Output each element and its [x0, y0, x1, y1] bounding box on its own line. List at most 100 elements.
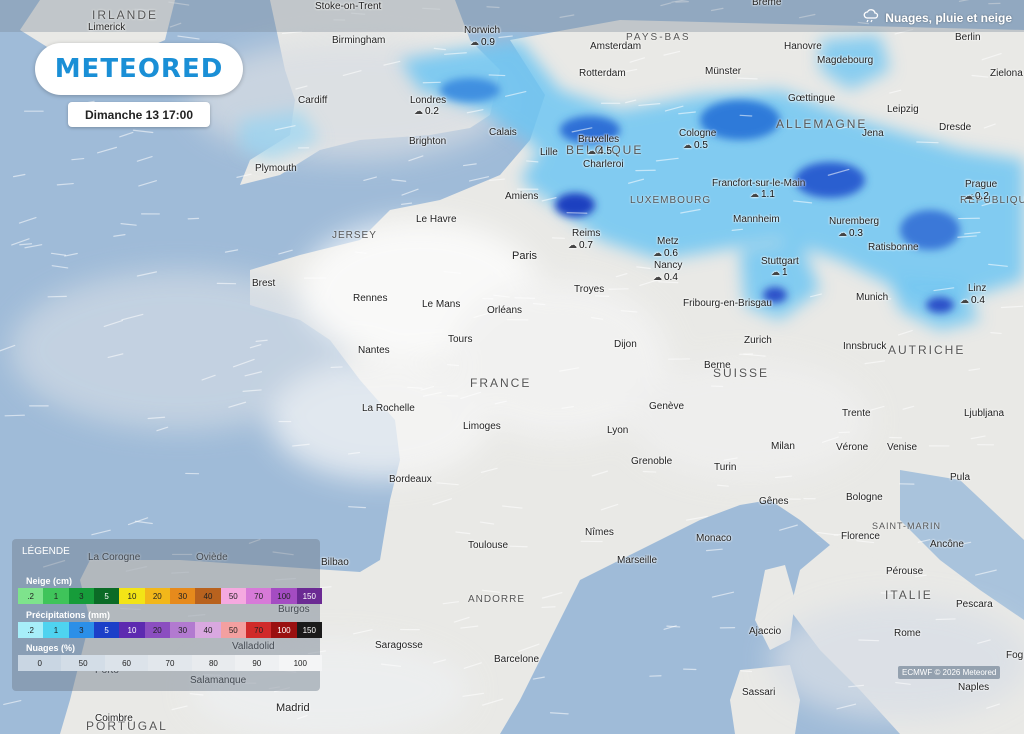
snow-scale-stop: 40 [195, 588, 221, 604]
cloud-scale-stop: 80 [191, 655, 236, 671]
rain-scale-stop: 70 [245, 622, 272, 638]
city-label: Venise [887, 442, 918, 453]
precip-value: 4.5 [587, 146, 612, 157]
rain-scale-stop: 30 [169, 622, 196, 638]
brand-name: METEORED [54, 54, 224, 84]
city-label: Cardiff [298, 95, 328, 106]
city-label: Metz [657, 236, 679, 247]
rain-scale-stop: .2 [18, 622, 44, 638]
precip-value: 1.1 [750, 189, 775, 200]
precip-value: 0.5 [683, 140, 708, 151]
rain-scale-stop: 3 [68, 622, 94, 638]
city-label: Bilbao [321, 557, 349, 568]
city-label: Pescara [956, 599, 993, 610]
rain-scale-stop: 20 [144, 622, 170, 638]
wind-streak [4, 414, 25, 417]
forecast-datetime[interactable]: Dimanche 13 17:00 [68, 102, 210, 127]
city-label: Nancy [654, 260, 683, 271]
snow-scale-stop: 5 [93, 588, 120, 604]
wind-streak [858, 639, 880, 642]
wind-streak [737, 77, 758, 80]
city-label: Orléans [487, 305, 523, 316]
city-label: Barcelone [494, 654, 540, 665]
city-label: Genève [649, 401, 685, 412]
wind-streak [916, 141, 939, 144]
city-label: Dresde [939, 122, 972, 133]
country-label: ANDORRE [468, 594, 526, 605]
snow-scale-stop: .2 [18, 588, 44, 604]
city-label: Leipzig [887, 104, 919, 115]
cloud-scale-stop: 60 [104, 655, 149, 671]
city-label: Paris [512, 250, 538, 262]
city-label: Amiens [505, 191, 539, 202]
precip-value: 1 [771, 267, 788, 278]
city-label: Bruxelles [578, 134, 620, 145]
city-label: Lyon [607, 425, 629, 436]
snow-scale: .2 1 3 5 10 20 30 40 50 70 100 150 [18, 588, 322, 604]
legend-title: LÉGENDE [22, 546, 70, 557]
city-label: Birmingham [332, 35, 386, 46]
city-label: Prague [965, 179, 998, 190]
city-label: Pula [950, 472, 971, 483]
city-label: Norwich [464, 25, 501, 36]
city-label: Nantes [358, 345, 390, 356]
precip-value: 0.4 [960, 295, 985, 306]
city-label: Gênes [759, 496, 789, 507]
wind-streak [739, 114, 753, 117]
city-label: Ljubljana [964, 408, 1005, 419]
city-label: Pérouse [886, 566, 924, 577]
city-label: Charleroi [583, 159, 624, 170]
city-label: Naples [958, 682, 990, 693]
wind-streak [541, 606, 556, 609]
city-label: Sassari [742, 687, 776, 698]
city-label: Magdebourg [817, 55, 874, 66]
wind-streak [509, 545, 528, 548]
city-label: Limerick [88, 22, 126, 33]
layer-selector[interactable]: Nuages, pluie et neige [863, 9, 1012, 26]
cloud-scale-stop: 90 [235, 655, 279, 671]
country-label: ITALIE [885, 588, 933, 602]
rain-scale-title: Précipitations (mm) [26, 610, 111, 620]
city-label: Limoges [463, 421, 501, 432]
country-label: SAINT-MARIN [872, 521, 942, 531]
snow-scale-stop: 1 [43, 588, 69, 604]
country-label: AUTRICHE [888, 343, 966, 357]
cloud-scale-stop: 50 [61, 655, 105, 671]
city-label: Nîmes [585, 527, 614, 538]
snow-scale-stop: 150 [296, 588, 322, 604]
rain-scale-stop: 5 [93, 622, 120, 638]
city-label: Gœttingue [788, 93, 836, 104]
country-label: ALLEMAGNE [776, 117, 868, 131]
snow-scale-stop: 70 [245, 588, 272, 604]
city-label: Tours [448, 334, 473, 345]
snow-scale-stop: 20 [144, 588, 170, 604]
city-label: Lille [540, 147, 558, 158]
precip-value: 0.2 [964, 191, 989, 202]
wind-streak [330, 366, 343, 369]
city-label: Londres [410, 95, 447, 106]
city-label: Brighton [409, 136, 447, 147]
brand-logo[interactable]: METEORED [35, 43, 243, 95]
cloud-scale-title: Nuages (%) [26, 643, 76, 653]
city-label: Münster [705, 66, 742, 77]
city-label: Vérone [836, 442, 869, 453]
rain-scale: .2 1 3 5 10 20 30 40 50 70 100 150 [18, 622, 322, 638]
snow-scale-stop: 3 [68, 588, 94, 604]
city-label: Rotterdam [579, 68, 626, 79]
precip-value: 0.9 [470, 37, 495, 48]
country-label: IRLANDE [92, 8, 159, 22]
city-label: Trente [842, 408, 871, 419]
city-label: Francfort-sur-le-Main [712, 178, 806, 189]
city-label: Monaco [696, 533, 732, 544]
wind-streak [740, 670, 753, 673]
city-label: Mannheim [733, 214, 780, 225]
city-label: Ancône [930, 539, 964, 550]
precip-value: 0.3 [838, 228, 863, 239]
cloud-scale: 0 50 60 70 80 90 100 [18, 655, 322, 671]
precip-value: 0.2 [414, 106, 439, 117]
city-label: Cologne [679, 128, 717, 139]
city-label: Turin [714, 462, 737, 473]
city-label: Calais [489, 127, 517, 138]
copyright: ECMWF © 2026 Meteored [898, 666, 1001, 679]
city-label: Bordeaux [389, 474, 432, 485]
